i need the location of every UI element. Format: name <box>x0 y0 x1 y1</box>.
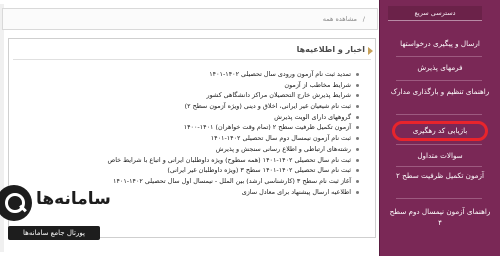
bullet-icon <box>356 73 359 76</box>
news-item[interactable]: شرایط مخاطب از آزمون <box>23 80 359 91</box>
news-item[interactable]: رشته‌های ارتباطی و اطلاع رسانی سنجش و پذ… <box>23 144 359 155</box>
news-item-link[interactable]: تمدید ثبت نام آزمون ورودی سال تحصیلی ۱۴۰… <box>209 70 351 78</box>
news-item-link[interactable]: گروههای دارای الویت پذیرش <box>274 113 351 121</box>
main-content: / مشاهده همه اخبار و اطلاعیه‌ها تمدید ثب… <box>0 0 380 256</box>
bullet-icon <box>356 83 359 87</box>
sidebar-item-exam-guide[interactable]: راهنمای آزمون نیمسال دوم سطح ۴ <box>388 206 492 228</box>
bullet-icon <box>356 105 359 109</box>
news-item[interactable]: ثبت نام سال تحصیلی ۱۴۰۲-۱۴۰۱ سطح ۳ (ویژه… <box>23 165 359 176</box>
news-panel-title: اخبار و اطلاعیه‌ها <box>296 45 365 54</box>
breadcrumb-separator: / <box>362 15 365 23</box>
sidebar-divider <box>396 144 482 145</box>
sidebar-divider <box>396 166 482 167</box>
quick-access-sidebar: دسترسی سریع ارسال و پیگیری درخواستها فرم… <box>379 0 500 256</box>
sidebar-item-capacity-exam[interactable]: آزمون تکمیل ظرفیت سطح ۲ <box>388 170 492 181</box>
news-item[interactable]: تمدید ثبت نام آزمون ورودی سال تحصیلی ۱۴۰… <box>23 69 359 80</box>
news-item[interactable]: گروههای دارای الویت پذیرش <box>23 112 359 123</box>
sidebar-item-tracking-code[interactable]: بازیابی کد رهگیری <box>388 125 492 136</box>
news-item-link[interactable]: رشته‌های ارتباطی و اطلاع رسانی سنجش و پذ… <box>216 145 351 153</box>
breadcrumb-view-all-link[interactable]: مشاهده همه <box>323 15 357 23</box>
bullet-icon <box>356 179 359 183</box>
bullet-icon <box>356 126 359 130</box>
sidebar-item-requests[interactable]: ارسال و پیگیری درخواستها <box>388 38 492 49</box>
sidebar-divider <box>396 114 482 115</box>
news-item-link[interactable]: ثبت نام آزمون نیمسال دوم سال تحصیلی ۱۴۰۲… <box>211 134 351 142</box>
news-panel-header: اخبار و اطلاعیه‌ها <box>13 43 373 60</box>
news-item[interactable]: آزمون تکمیل ظرفیت سطح ۲ (تمام وقت خواهرا… <box>23 122 359 133</box>
sidebar-item-documents-guide[interactable]: راهنمای تنظیم و بارگذاری مدارک <box>388 86 492 97</box>
news-item[interactable]: ثبت نام شیعیان غیر ایرانی، اخلاق و دینی … <box>23 101 359 112</box>
news-item[interactable]: شرایط پذیرش خارج التحصیلان مراکز دانشگاه… <box>23 90 359 101</box>
news-item-link[interactable]: شرایط پذیرش خارج التحصیلان مراکز دانشگاه… <box>207 91 352 99</box>
sidebar-item-faq[interactable]: سوالات متداول <box>388 150 492 161</box>
news-item-link[interactable]: ثبت نام شیعیان غیر ایرانی، اخلاق و دینی … <box>185 102 351 110</box>
sidebar-header: دسترسی سریع <box>388 6 482 21</box>
logo-title: سامانه‌ها <box>36 189 111 209</box>
site-logo: سامانه‌ها پورتال جامع سامانه‌ها <box>0 179 134 256</box>
bullet-icon <box>356 158 359 162</box>
bullet-icon <box>356 169 359 173</box>
bullet-icon <box>356 147 359 151</box>
news-item-link[interactable]: آغاز ثبت نام سطح ۳ (کارشناسی ارشد) بین ا… <box>113 177 351 185</box>
bullet-icon <box>356 190 359 194</box>
sidebar-divider <box>396 56 482 57</box>
bullet-icon <box>356 115 359 119</box>
news-item-link[interactable]: اطلاعیه ارسال پیشنهاد برای معادل سازی <box>242 188 351 196</box>
sidebar-divider <box>396 80 482 81</box>
news-item[interactable]: ثبت نام سال تحصیلی ۱۴۰۲-۱۴۰۱ (همه سطوح) … <box>23 155 359 166</box>
magnifier-logo-icon <box>0 185 32 221</box>
arrow-icon <box>368 47 373 55</box>
news-item-link[interactable]: ثبت نام سال تحصیلی ۱۴۰۲-۱۴۰۱ (همه سطوح) … <box>107 156 351 164</box>
logo-subtitle: پورتال جامع سامانه‌ها <box>8 226 100 240</box>
sidebar-item-admission-forms[interactable]: فرمهای پذیرش <box>388 62 492 73</box>
news-item-link[interactable]: آزمون تکمیل ظرفیت سطح ۲ (تمام وقت خواهرا… <box>184 123 351 131</box>
bullet-icon <box>356 94 359 98</box>
news-item[interactable]: ثبت نام آزمون نیمسال دوم سال تحصیلی ۱۴۰۲… <box>23 133 359 144</box>
news-item-link[interactable]: ثبت نام سال تحصیلی ۱۴۰۲-۱۴۰۱ سطح ۳ (ویژه… <box>167 166 351 174</box>
breadcrumb: / مشاهده همه <box>2 8 378 30</box>
news-item-link[interactable]: شرایط مخاطب از آزمون <box>284 81 351 89</box>
news-list: تمدید ثبت نام آزمون ورودی سال تحصیلی ۱۴۰… <box>23 69 359 197</box>
sidebar-divider <box>396 198 482 199</box>
bullet-icon <box>356 137 359 141</box>
